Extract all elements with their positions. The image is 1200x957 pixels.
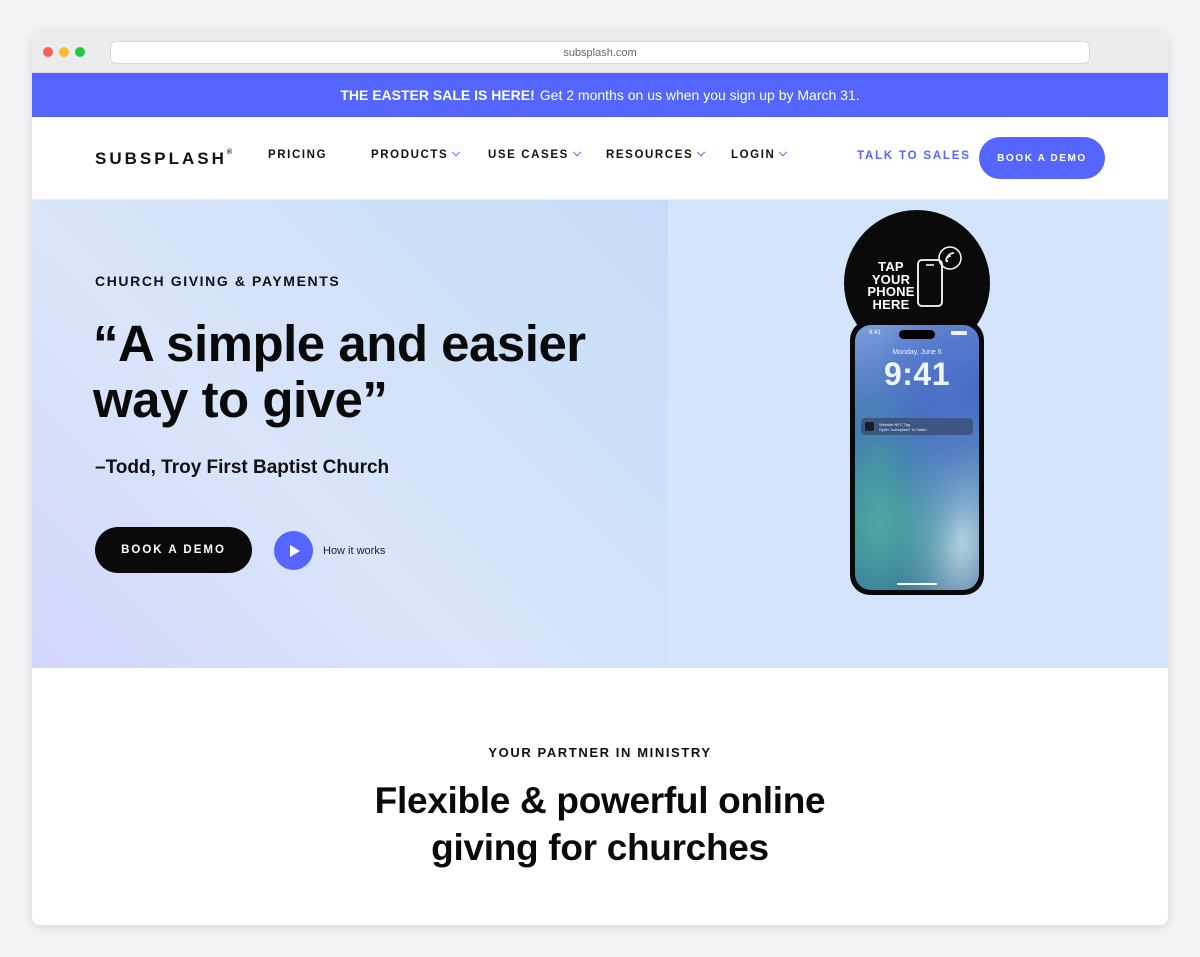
section-title: Flexible & powerful online giving for ch… [32, 777, 1168, 871]
hero-text-panel: CHURCH GIVING & PAYMENTS “A simple and e… [32, 200, 668, 668]
nfc-notification: Website NFC Tag Open "subsplash" in Safa… [861, 418, 973, 435]
maximize-window-dot[interactable] [75, 47, 85, 57]
book-demo-hero-button[interactable]: BOOK A DEMO [95, 527, 252, 573]
hero-eyebrow: CHURCH GIVING & PAYMENTS [95, 273, 341, 289]
lock-screen-time: 9:41 [883, 356, 951, 392]
dynamic-island [899, 330, 935, 339]
nav-item-label: LOGIN [731, 149, 776, 161]
close-window-dot[interactable] [43, 47, 53, 57]
nav-item-use-cases[interactable]: USE CASES [488, 147, 582, 161]
promo-banner-headline: THE EASTER SALE IS HERE! [340, 87, 535, 103]
play-icon[interactable] [274, 531, 313, 570]
minimize-window-dot[interactable] [59, 47, 69, 57]
nav-item-label: PRODUCTS [371, 149, 449, 161]
nav-item-products[interactable]: PRODUCTS [371, 147, 461, 161]
book-demo-nav-button[interactable]: BOOK A DEMO [979, 137, 1105, 179]
logo-text: SUBSPLASH [95, 149, 227, 168]
section-title-line: giving for churches [431, 827, 769, 868]
chevron-down-icon [452, 147, 461, 157]
hero-quote-line: “A simple and easier [93, 315, 586, 372]
nav-item-label: RESOURCES [606, 149, 694, 161]
phone-mockup: 9:41 Monday, June 6 9:41 Website NFC Tag… [850, 320, 984, 595]
home-indicator [897, 583, 937, 585]
lock-screen-date: Monday, June 6 [892, 349, 942, 356]
chevron-down-icon [572, 147, 582, 157]
promo-banner[interactable]: THE EASTER SALE IS HERE! Get 2 months on… [32, 73, 1168, 117]
nav-item-login[interactable]: LOGIN [731, 147, 788, 161]
talk-to-sales-link[interactable]: TALK TO SALES [857, 150, 971, 162]
battery-icon [951, 331, 967, 335]
hero-quote-line: way to give” [93, 371, 388, 428]
main-nav: SUBSPLASH® PRICING PRODUCTS USE CASES RE… [32, 117, 1168, 200]
hero-image-panel: TAP YOUR PHONE HERE 9:41 Monday, June 6 … [668, 200, 1168, 668]
notification-body: Open "subsplash" in Safari [879, 427, 927, 432]
section-title-line: Flexible & powerful online [374, 780, 826, 821]
section-eyebrow: YOUR PARTNER IN MINISTRY [488, 745, 712, 760]
chevron-down-icon [697, 147, 706, 157]
hero-quote: “A simple and easier way to give” [93, 316, 653, 428]
quote-attribution: –Todd, Troy First Baptist Church [95, 457, 390, 478]
address-bar[interactable]: subsplash.com [110, 41, 1090, 64]
how-it-works-label: How it works [323, 544, 386, 557]
nfc-tag-icon [865, 422, 874, 431]
subsplash-logo[interactable]: SUBSPLASH® [95, 149, 232, 169]
nav-item-label: USE CASES [488, 149, 569, 161]
phone-lock-screen: 9:41 Monday, June 6 9:41 Website NFC Tag… [855, 325, 979, 590]
how-it-works-video-link[interactable]: How it works [274, 531, 385, 570]
nav-item-label: PRICING [268, 149, 328, 161]
promo-banner-text: Get 2 months on us when you sign up by M… [539, 87, 860, 103]
browser-chrome: subsplash.com [32, 32, 1168, 73]
nav-item-pricing[interactable]: PRICING [268, 149, 327, 161]
nfc-phone-icon [917, 246, 962, 307]
tap-sign-text: TAP YOUR PHONE HERE [867, 259, 915, 312]
logo-registered-mark: ® [226, 149, 233, 156]
browser-window: subsplash.com THE EASTER SALE IS HERE! G… [32, 32, 1168, 925]
nav-item-resources[interactable]: RESOURCES [606, 147, 706, 161]
chevron-down-icon [779, 147, 788, 157]
